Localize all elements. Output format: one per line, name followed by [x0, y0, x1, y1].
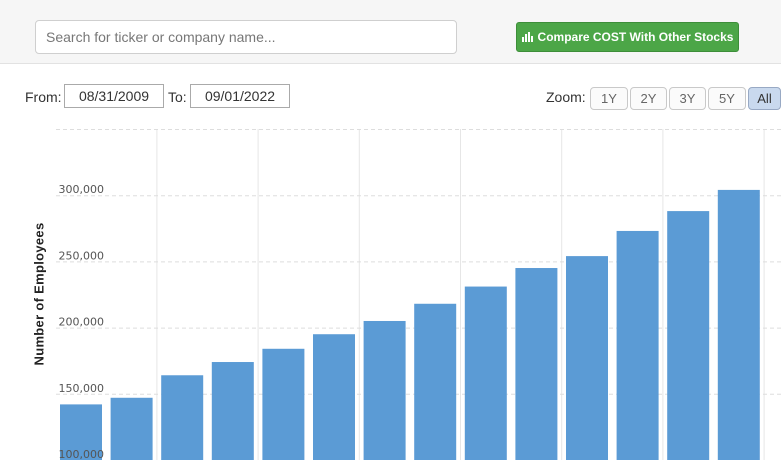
y-axis-title: Number of Employees — [31, 222, 47, 366]
bar — [616, 230, 659, 460]
bar — [313, 334, 355, 460]
y-tick-label: 150,000 — [59, 382, 105, 395]
bar — [110, 397, 153, 460]
bar — [566, 256, 608, 460]
y-tick-label: 200,000 — [59, 316, 105, 329]
bar — [717, 189, 760, 461]
bar — [211, 362, 254, 460]
bar — [161, 375, 204, 460]
y-tick-label: 100,000 — [59, 448, 105, 461]
bar — [515, 268, 558, 460]
employees-bar-chart: 100,000 150,000 200,000 250,000 300,000 — [56, 129, 781, 461]
bar — [262, 348, 305, 460]
bar — [414, 303, 457, 460]
bar — [464, 286, 507, 460]
y-tick-label: 250,000 — [59, 249, 105, 262]
bar — [363, 320, 406, 460]
bar — [667, 211, 710, 460]
y-tick-label: 300,000 — [59, 183, 105, 196]
